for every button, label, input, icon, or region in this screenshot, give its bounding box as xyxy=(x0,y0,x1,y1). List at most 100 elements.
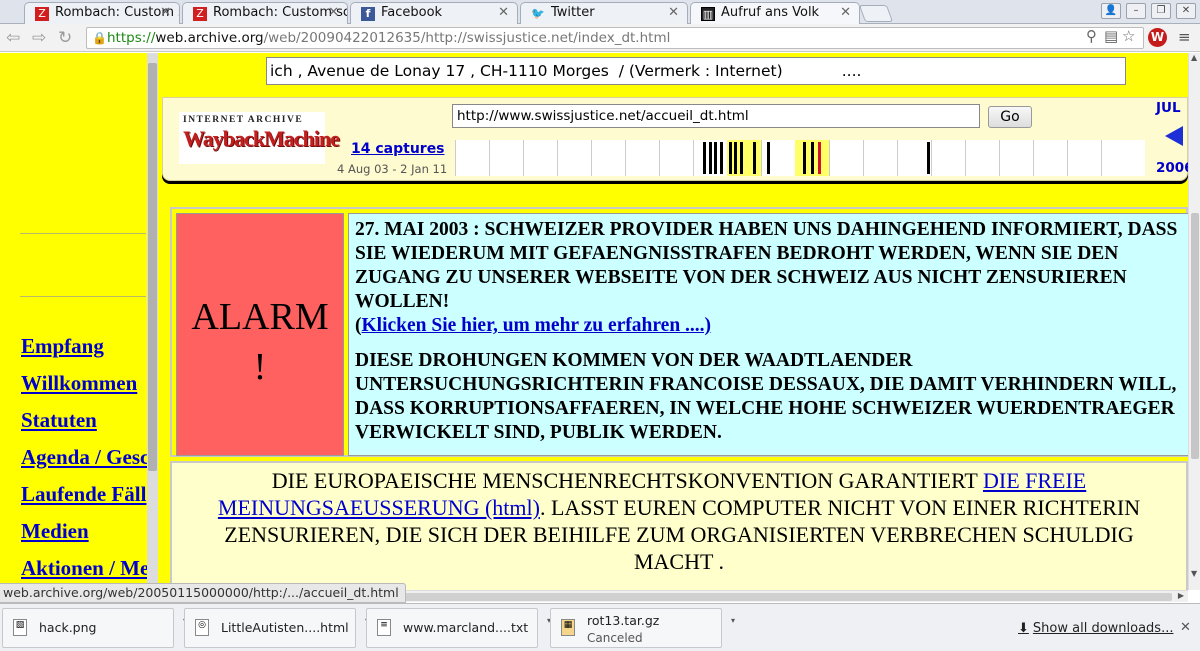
timeline-year-divider xyxy=(455,140,456,176)
download-item[interactable]: ▦ rot13.tar.gz Canceled ▾ xyxy=(550,608,735,648)
timeline-year-divider xyxy=(693,140,694,176)
close-icon[interactable]: ✕ xyxy=(328,5,339,20)
scroll-down-arrow-icon[interactable]: ▼ xyxy=(1191,569,1197,578)
timeline-year-divider xyxy=(897,140,898,176)
url-path: /web/20090422012635/http://swissjustice.… xyxy=(263,30,671,46)
learn-more-link[interactable]: Klicken Sie hier, um mehr zu erfahren ..… xyxy=(362,315,712,336)
timeline-year-divider xyxy=(1033,140,1034,176)
close-icon[interactable]: ✕ xyxy=(668,5,679,20)
capture-tick[interactable] xyxy=(740,142,743,174)
sidebar-link-willkommen[interactable]: Willkommen xyxy=(21,371,147,396)
previous-capture-arrow-icon[interactable] xyxy=(1165,126,1183,146)
reload-icon[interactable]: ↻ xyxy=(58,28,72,48)
capture-tick[interactable] xyxy=(811,142,814,174)
sidebar-link-laufende-faelle[interactable]: Laufende Fäll xyxy=(21,482,147,507)
sidebar-link-agenda[interactable]: Agenda / Gesc xyxy=(21,445,147,470)
close-icon[interactable]: ✕ xyxy=(1180,620,1191,635)
download-item[interactable]: ▧ hack.png ▾ xyxy=(2,608,187,648)
download-name: LittleAutisten....html xyxy=(221,620,349,635)
alarm-table: ALARM ! 27. MAI 2003 : SCHWEIZER PROVIDE… xyxy=(170,207,1188,457)
alarm-cell: ALARM ! xyxy=(176,213,344,456)
dropdown-arrow-icon[interactable]: ▾ xyxy=(731,616,735,625)
wayback-captures-link[interactable]: 14 captures xyxy=(351,141,445,157)
download-name: rot13.tar.gz xyxy=(587,613,660,628)
page-icon[interactable]: ▤ xyxy=(1104,27,1118,45)
sidebar-link-medien[interactable]: Medien xyxy=(21,519,147,544)
close-window-button[interactable]: ✕ xyxy=(1176,3,1196,19)
back-arrow-icon[interactable]: ⇦ xyxy=(6,28,20,48)
download-name: www.marcland....txt xyxy=(403,620,529,635)
capture-tick[interactable] xyxy=(803,142,806,174)
extension-w-icon[interactable]: W xyxy=(1148,28,1167,47)
sidebar-link-aktionen[interactable]: Aktionen / Me xyxy=(21,556,147,581)
capture-tick[interactable] xyxy=(720,142,723,174)
maximize-button[interactable]: ❐ xyxy=(1151,3,1171,19)
divider xyxy=(20,296,146,297)
timeline-year-divider xyxy=(591,140,592,176)
rights-text-before: DIE EUROPAEISCHE MENSCHENRECHTSKONVENTIO… xyxy=(271,468,983,493)
sidebar-nav: Empfang Willkommen Statuten Agenda / Ges… xyxy=(0,53,147,590)
minimize-button[interactable]: – xyxy=(1126,3,1146,19)
forward-arrow-icon[interactable]: ⇨ xyxy=(32,28,46,48)
tab-aufruf[interactable]: ▥ Aufruf ans Volk ✕ xyxy=(690,2,860,24)
download-item[interactable]: ◎ LittleAutisten....html ▾ xyxy=(184,608,369,648)
scroll-up-arrow-icon[interactable]: ▲ xyxy=(1191,53,1197,62)
wayback-month: JUL xyxy=(1156,100,1181,116)
capture-tick[interactable] xyxy=(753,142,756,174)
status-bubble: web.archive.org/web/20050115000000/http:… xyxy=(0,583,406,603)
download-shelf: ▧ hack.png ▾ ◎ LittleAutisten....html ▾ … xyxy=(0,603,1200,651)
user-icon[interactable]: 👤 xyxy=(1101,3,1121,19)
tab-rombach-1[interactable]: Z Rombach: Custom sc ✕ xyxy=(24,2,180,24)
message-cell: 27. MAI 2003 : SCHWEIZER PROVIDER HABEN … xyxy=(348,213,1188,456)
wayback-go-button[interactable]: Go xyxy=(988,106,1032,128)
url-bar[interactable]: 🔒 https://web.archive.org/web/2009042201… xyxy=(86,27,1144,49)
capture-tick[interactable] xyxy=(703,142,706,174)
new-tab-button[interactable] xyxy=(858,5,894,22)
wayback-year[interactable]: 2006 xyxy=(1156,160,1188,176)
menu-icon[interactable]: ≡ xyxy=(1178,30,1192,45)
close-icon[interactable]: ✕ xyxy=(160,5,171,20)
scrollbar-thumb[interactable] xyxy=(148,63,157,471)
download-item[interactable]: ≡ www.marcland....txt ▾ xyxy=(366,608,551,648)
zotero-icon: Z xyxy=(193,7,207,21)
tab-facebook[interactable]: f Facebook ✕ xyxy=(350,2,518,24)
capture-tick[interactable] xyxy=(714,142,717,174)
tab-title: Aufruf ans Volk xyxy=(721,5,820,20)
close-icon[interactable]: ✕ xyxy=(498,5,509,20)
show-all-downloads-link[interactable]: ⬇ Show all downloads... xyxy=(1018,621,1173,636)
frame-scrollbar[interactable] xyxy=(147,53,158,590)
scrollbar-thumb[interactable] xyxy=(1191,213,1199,459)
tab-strip: Z Rombach: Custom sc ✕ Z Rombach: Custom… xyxy=(0,0,1200,24)
timeline-year-divider xyxy=(761,140,762,176)
bookmark-star-icon[interactable]: ☆ xyxy=(1122,27,1135,45)
alarm-exclamation: ! xyxy=(253,346,267,388)
scroll-right-arrow-icon[interactable]: ▶ xyxy=(1178,591,1184,600)
sidebar-link-empfang[interactable]: Empfang xyxy=(21,334,147,359)
wayback-logo-main: WaybackMachine xyxy=(183,126,340,151)
zoom-icon[interactable]: ⚲ xyxy=(1086,27,1097,45)
image-file-icon: ▧ xyxy=(13,619,27,636)
page-scrollbar[interactable]: ▲ ▼ xyxy=(1188,53,1200,590)
html-file-icon: ◎ xyxy=(195,619,209,636)
capture-tick[interactable] xyxy=(729,142,732,174)
capture-tick[interactable] xyxy=(927,142,930,174)
page-viewport: Empfang Willkommen Statuten Agenda / Ges… xyxy=(0,53,1188,590)
text-file-icon: ≡ xyxy=(377,619,391,636)
sidebar-link-statuten[interactable]: Statuten xyxy=(21,408,147,433)
wayback-icon: ▥ xyxy=(701,7,715,21)
show-all-label: Show all downloads... xyxy=(1032,621,1174,636)
tab-rombach-2[interactable]: Z Rombach: Custom sc ✕ xyxy=(182,2,348,24)
tab-twitter[interactable]: 🐦 Twitter ✕ xyxy=(520,2,688,24)
capture-tick[interactable] xyxy=(709,142,712,174)
wayback-timeline[interactable] xyxy=(455,140,1145,176)
wayback-logo[interactable]: INTERNET ARCHIVE WaybackMachine xyxy=(179,112,340,164)
wayback-url-input[interactable]: http://www.swissjustice.net/accueil_dt.h… xyxy=(452,104,980,128)
close-icon[interactable]: ✕ xyxy=(840,5,851,20)
capture-tick[interactable] xyxy=(734,142,737,174)
capture-tick[interactable] xyxy=(767,142,770,174)
timeline-year-divider xyxy=(1101,140,1102,176)
rights-notice: DIE EUROPAEISCHE MENSCHENRECHTSKONVENTIO… xyxy=(170,461,1188,590)
capture-tick[interactable] xyxy=(818,142,821,174)
address-input[interactable]: ich , Avenue de Lonay 17 , CH-1110 Morge… xyxy=(266,57,1126,85)
wayback-logo-top: INTERNET ARCHIVE xyxy=(183,115,304,125)
